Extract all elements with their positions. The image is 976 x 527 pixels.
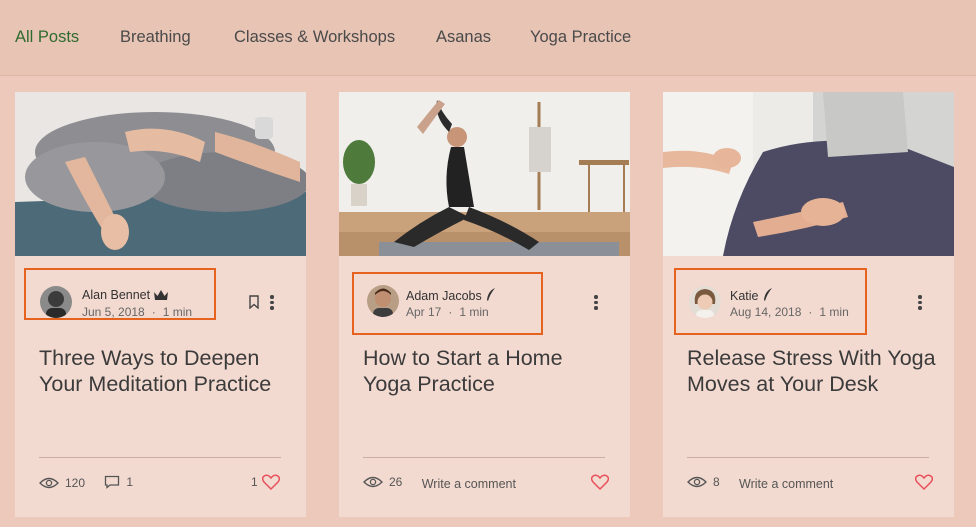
meta-separator: ·: [808, 305, 813, 319]
post-title[interactable]: Release Stress With Yoga Moves at Your D…: [687, 345, 937, 397]
post-stats: 120 1: [39, 475, 149, 491]
read-time: 1 min: [162, 305, 193, 319]
author-name-link[interactable]: Adam Jacobs: [406, 288, 496, 304]
more-options-icon[interactable]: [917, 295, 923, 311]
views-count: 26: [363, 475, 402, 489]
bookmark-icon[interactable]: [249, 295, 259, 314]
post-card[interactable]: Adam Jacobs Apr 17 · 1 min How to Start a …: [339, 92, 630, 517]
like-button[interactable]: [587, 474, 609, 490]
tab-all-posts[interactable]: All Posts: [15, 28, 79, 47]
category-nav: All Posts Breathing Classes & Workshops …: [0, 0, 976, 76]
avatar[interactable]: [689, 286, 721, 318]
divider: [363, 457, 605, 458]
eye-icon: [39, 477, 59, 489]
tab-asanas[interactable]: Asanas: [436, 28, 491, 47]
heart-icon: [915, 474, 933, 490]
views-value: 120: [65, 476, 86, 490]
tab-yoga-practice[interactable]: Yoga Practice: [530, 28, 631, 47]
views-value: 8: [713, 475, 720, 489]
post-cover-image[interactable]: [15, 92, 306, 256]
post-cover-image[interactable]: [339, 92, 630, 256]
tab-classes-workshops[interactable]: Classes & Workshops: [234, 28, 395, 47]
more-options-icon[interactable]: [269, 295, 275, 311]
more-options-icon[interactable]: [593, 295, 599, 311]
post-meta: Apr 17 · 1 min: [406, 305, 489, 319]
post-meta: Jun 5, 2018 · 1 min: [82, 305, 192, 319]
post-title[interactable]: How to Start a Home Yoga Practice: [363, 345, 613, 397]
comment-icon: [105, 475, 120, 489]
divider: [687, 457, 929, 458]
post-card[interactable]: Alan Bennet Jun 5, 2018 · 1 min Three Ways…: [15, 92, 306, 517]
eye-icon: [687, 476, 707, 488]
author-name[interactable]: Adam Jacobs: [406, 289, 482, 303]
comments-count[interactable]: 1: [104, 475, 133, 489]
meta-separator: ·: [151, 305, 156, 319]
author-name[interactable]: Alan Bennet: [82, 288, 150, 302]
post-stats: 8 Write a comment: [687, 475, 833, 491]
heart-icon: [591, 474, 609, 490]
post-title[interactable]: Three Ways to Deepen Your Meditation Pra…: [39, 345, 289, 397]
write-comment-link[interactable]: Write a comment: [739, 477, 833, 491]
feather-icon: [763, 288, 773, 304]
eye-icon: [363, 476, 383, 488]
meta-separator: ·: [448, 305, 453, 319]
read-time: 1 min: [459, 305, 489, 319]
avatar[interactable]: [367, 285, 399, 317]
post-card[interactable]: Katie Aug 14, 2018 · 1 min Release Stress …: [663, 92, 954, 517]
post-meta: Aug 14, 2018 · 1 min: [730, 305, 849, 319]
tab-breathing[interactable]: Breathing: [120, 28, 191, 47]
views-count: 8: [687, 475, 720, 489]
read-time: 1 min: [819, 305, 849, 319]
post-date: Apr 17: [406, 305, 442, 319]
views-count: 120: [39, 476, 85, 490]
feather-icon: [486, 288, 496, 304]
likes-value: 1: [251, 475, 258, 489]
author-name[interactable]: Katie: [730, 289, 759, 303]
author-name-link[interactable]: Alan Bennet: [82, 288, 169, 303]
crown-icon: [154, 289, 169, 303]
post-date: Aug 14, 2018: [730, 305, 802, 319]
views-value: 26: [389, 475, 403, 489]
comments-value: 1: [126, 475, 134, 489]
avatar[interactable]: [40, 286, 72, 318]
write-comment-link[interactable]: Write a comment: [422, 477, 516, 491]
post-cover-image[interactable]: [663, 92, 954, 256]
post-stats: 26 Write a comment: [363, 475, 516, 491]
like-button[interactable]: 1: [251, 474, 280, 490]
divider: [39, 457, 281, 458]
author-name-link[interactable]: Katie: [730, 288, 773, 304]
post-date: Jun 5, 2018: [82, 305, 145, 319]
heart-icon: [261, 474, 280, 490]
like-button[interactable]: [911, 474, 933, 490]
